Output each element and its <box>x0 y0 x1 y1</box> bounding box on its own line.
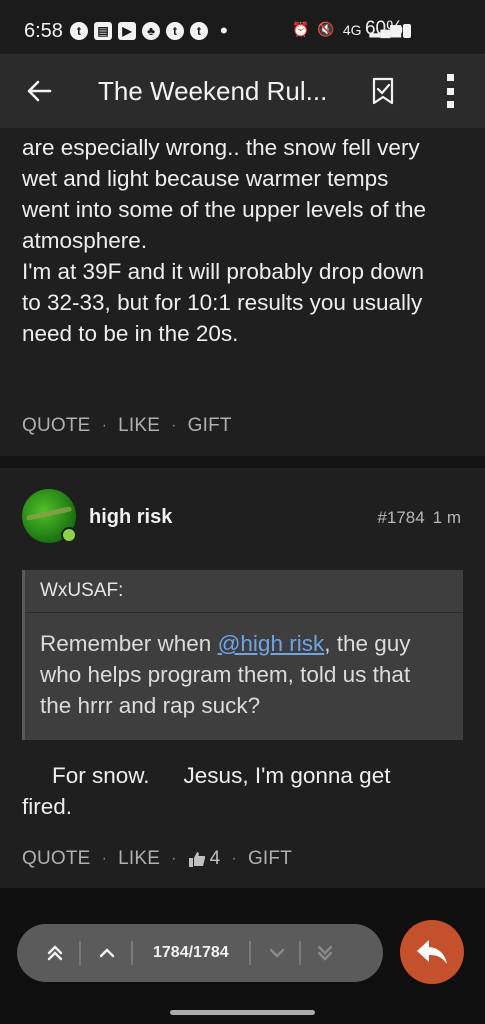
post-text-line: atmosphere. <box>22 228 148 253</box>
pager-divider <box>79 941 81 965</box>
more-options-button[interactable] <box>440 74 460 108</box>
quote-text-fragment: Remember when <box>40 631 218 656</box>
tumblr-notification-icon-3: t <box>190 22 208 40</box>
notification-icons: t ▤ ▶ ♣ t t • <box>70 18 228 43</box>
quote-line: Remember when @high risk, the guy <box>40 628 450 659</box>
post-text-line: need to be in the 20s. <box>22 321 239 346</box>
alarm-icon: ⏰ <box>291 21 310 37</box>
post-actions: QUOTE · LIKE · GIFT <box>22 415 232 437</box>
next-post-button[interactable] <box>263 939 291 967</box>
quote-line: the hrrr and rap suck? <box>40 693 261 718</box>
more-dot-icon <box>446 87 454 95</box>
quote-button[interactable]: QUOTE <box>22 415 91 437</box>
thread-title: The Weekend Rul... <box>98 76 328 106</box>
post-text-line: went into some of the upper levels of th… <box>22 197 426 222</box>
post-age: 1 m <box>432 508 461 527</box>
app-notification-icon: ♣ <box>142 22 160 40</box>
user-mention-link[interactable]: @high risk <box>218 631 325 656</box>
post-text-line: For snow. Jesus, I'm gonna get <box>22 760 467 791</box>
action-separator: · <box>231 850 237 867</box>
post-actions: QUOTE · LIKE · 4 · GIFT <box>22 848 292 870</box>
app-bar: The Weekend Rul... <box>0 54 485 128</box>
battery-icon <box>403 24 411 38</box>
double-chevron-down-icon <box>317 945 332 961</box>
reply-arrow-icon <box>417 940 447 964</box>
like-count-badge[interactable]: 4 <box>188 848 221 870</box>
bookmark-button[interactable] <box>370 76 396 106</box>
mute-icon: 🔇 <box>317 21 335 37</box>
first-post-button[interactable] <box>41 939 69 967</box>
like-button[interactable]: LIKE <box>118 848 160 870</box>
status-time: 6:58 <box>24 20 63 42</box>
post-position: 1784/1784 <box>153 944 229 961</box>
post-text-line: I'm at 39F and it will probably drop dow… <box>22 259 425 284</box>
post-text-fragment: Jesus, I'm gonna get <box>183 763 391 788</box>
post-number[interactable]: #1784 <box>377 508 424 527</box>
post-1784: high risk #1784 1 m WxUSAF: Remember when… <box>0 468 485 888</box>
quote-header: WxUSAF: <box>25 570 463 613</box>
battery-level: 60% <box>364 18 403 39</box>
chevron-down-icon <box>269 948 284 958</box>
more-dot-icon <box>446 74 454 81</box>
youtube-notification-icon: ▶ <box>118 22 136 40</box>
pager-divider <box>131 941 133 965</box>
action-separator: · <box>171 417 177 434</box>
post-text-line: to 32-33, but for 10:1 results you usual… <box>22 290 423 315</box>
quote-block: WxUSAF: Remember when @high risk, the gu… <box>22 570 463 740</box>
quote-line: who helps program them, told us that <box>40 662 411 687</box>
post-text-line: are especially wrong.. the snow fell ver… <box>22 135 420 160</box>
more-dot-icon <box>446 101 454 108</box>
like-count: 4 <box>209 848 221 869</box>
action-separator: · <box>101 850 108 867</box>
reply-button[interactable] <box>400 920 464 984</box>
thumbs-up-icon <box>188 852 205 867</box>
tumblr-notification-icon: t <box>70 22 88 40</box>
back-button[interactable] <box>24 76 54 106</box>
like-button[interactable]: LIKE <box>118 415 160 437</box>
chevron-up-icon <box>99 948 115 958</box>
bottom-bar: 1784/1784 <box>0 888 485 1024</box>
quote-author: WxUSAF: <box>40 580 124 601</box>
double-chevron-up-icon <box>47 945 63 961</box>
previous-post-button[interactable] <box>93 939 121 967</box>
post-body: are especially wrong.. the snow fell ver… <box>22 132 467 349</box>
back-arrow-icon <box>27 80 52 102</box>
tumblr-notification-icon-2: t <box>166 22 184 40</box>
bookmark-icon <box>372 77 394 105</box>
last-post-button[interactable] <box>311 939 339 967</box>
quote-text-fragment: , the guy <box>324 631 411 656</box>
gift-button[interactable]: GIFT <box>248 848 292 870</box>
news-notification-icon: ▤ <box>94 22 112 40</box>
pager-divider <box>248 941 251 965</box>
quote-button[interactable]: QUOTE <box>22 848 91 870</box>
home-indicator[interactable] <box>170 1010 315 1015</box>
gift-button[interactable]: GIFT <box>188 415 232 437</box>
quote-text: Remember when @high risk, the guy who he… <box>40 628 450 721</box>
post-body: For snow. Jesus, I'm gonna get fired. <box>22 760 467 822</box>
post-meta: #1784 1 m <box>377 508 461 528</box>
post-pager: 1784/1784 <box>17 924 383 982</box>
post-text-line: fired. <box>22 794 73 819</box>
post-author[interactable]: high risk <box>89 506 172 529</box>
action-separator: · <box>171 850 177 867</box>
action-separator: · <box>101 417 108 434</box>
network-type: 4G <box>342 21 362 38</box>
status-bar: 6:58 t ▤ ▶ ♣ t t • ⏰ 🔇 4G ▂▄▆ 60% <box>0 0 485 54</box>
post-previous: are especially wrong.. the snow fell ver… <box>0 128 485 456</box>
post-text-line: wet and light because warmer temps <box>22 166 389 191</box>
pager-divider <box>298 941 301 965</box>
post-text-fragment: For snow. <box>52 763 150 788</box>
online-status-icon <box>61 527 77 543</box>
more-notifications-dot-icon: • <box>220 18 228 43</box>
